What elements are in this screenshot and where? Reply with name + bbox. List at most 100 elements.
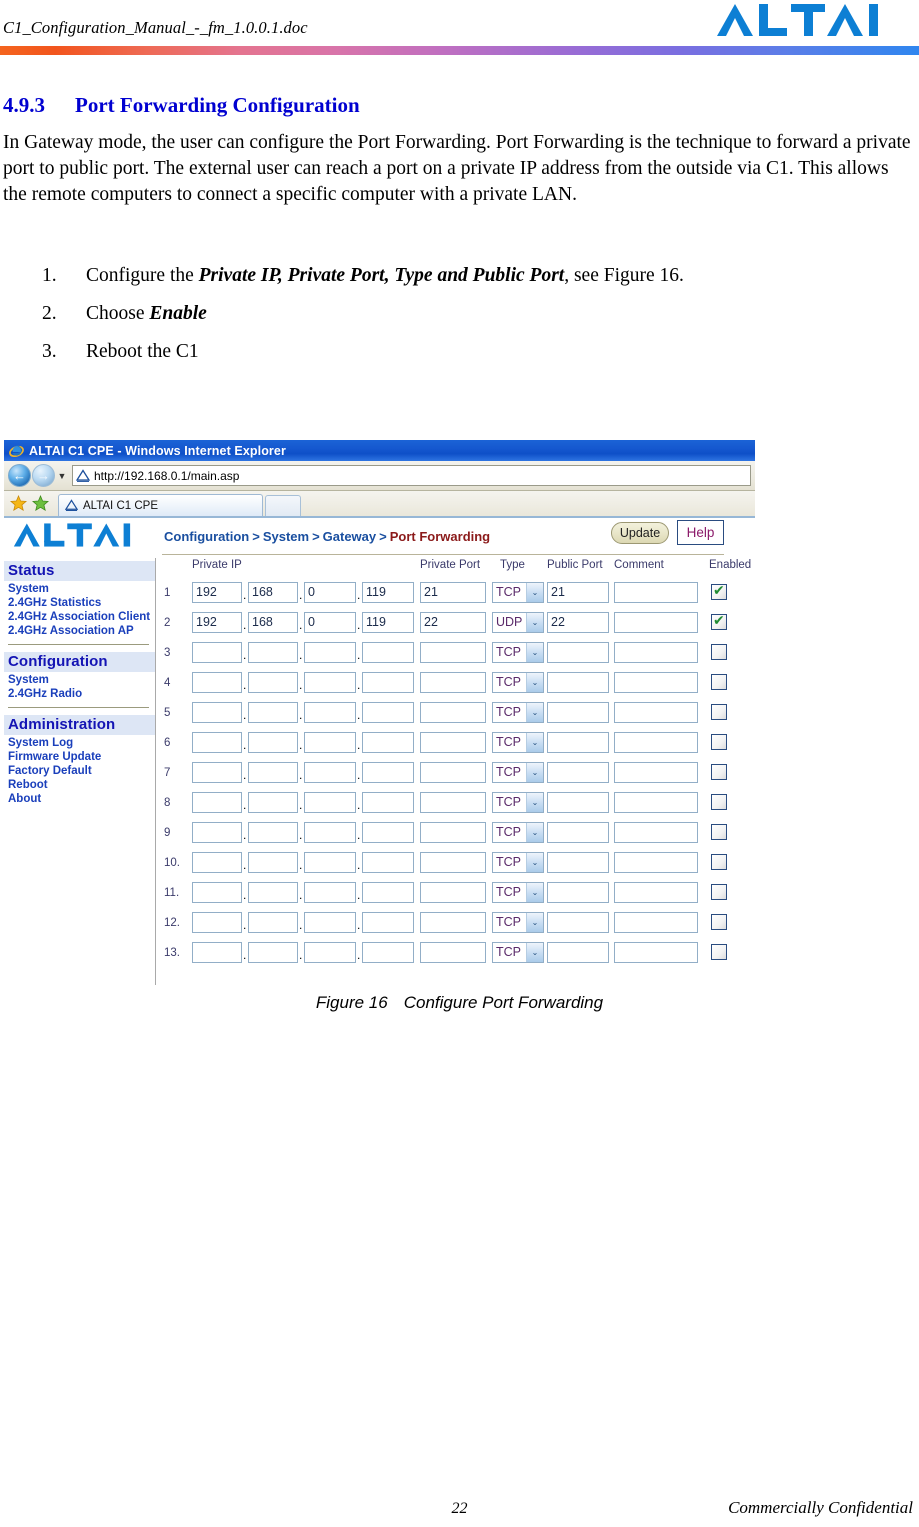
back-button[interactable]: ← <box>8 464 31 487</box>
private-ip-octet2-input[interactable] <box>248 642 298 663</box>
private-ip-octet1-input[interactable] <box>192 672 242 693</box>
recent-pages-dropdown-button[interactable]: ▼ <box>55 471 69 481</box>
private-ip-octet3-input[interactable] <box>304 762 356 783</box>
public-port-input[interactable] <box>547 642 609 663</box>
private-ip-octet4-input[interactable] <box>362 702 414 723</box>
help-button[interactable]: Help <box>677 520 724 545</box>
sidebar-item-system[interactable]: System <box>4 582 155 596</box>
comment-input[interactable] <box>614 852 698 873</box>
type-select[interactable]: TCP ⌄ <box>492 852 544 873</box>
new-tab-button[interactable] <box>265 495 301 516</box>
private-ip-octet3-input[interactable]: 0 <box>304 612 356 633</box>
comment-input[interactable] <box>614 822 698 843</box>
private-ip-octet3-input[interactable] <box>304 882 356 903</box>
private-ip-octet4-input[interactable] <box>362 912 414 933</box>
address-bar[interactable]: http://192.168.0.1/main.asp <box>72 465 751 486</box>
breadcrumb-item-system[interactable]: System <box>263 529 309 544</box>
type-select[interactable]: TCP ⌄ <box>492 702 544 723</box>
update-button[interactable]: Update <box>611 522 669 544</box>
browser-tab[interactable]: ALTAI C1 CPE <box>58 494 263 516</box>
type-select[interactable]: TCP ⌄ <box>492 672 544 693</box>
type-select[interactable]: TCP ⌄ <box>492 942 544 963</box>
type-select[interactable]: TCP ⌄ <box>492 792 544 813</box>
sidebar-item-24ghz-radio[interactable]: 2.4GHz Radio <box>4 687 155 701</box>
sidebar-item-reboot[interactable]: Reboot <box>4 778 155 792</box>
add-to-favorites-icon[interactable] <box>32 495 49 512</box>
breadcrumb-item-gateway[interactable]: Gateway <box>323 529 376 544</box>
public-port-input[interactable]: 21 <box>547 582 609 603</box>
enabled-checkbox[interactable] <box>711 884 727 900</box>
private-ip-octet3-input[interactable] <box>304 642 356 663</box>
private-port-input[interactable] <box>420 822 486 843</box>
private-ip-octet3-input[interactable]: 0 <box>304 582 356 603</box>
private-ip-octet4-input[interactable]: 119 <box>362 612 414 633</box>
private-ip-octet2-input[interactable] <box>248 702 298 723</box>
sidebar-item-about[interactable]: About <box>4 792 155 806</box>
public-port-input[interactable] <box>547 762 609 783</box>
private-ip-octet2-input[interactable] <box>248 672 298 693</box>
forward-button[interactable]: → <box>32 464 55 487</box>
private-ip-octet1-input[interactable] <box>192 792 242 813</box>
breadcrumb-item-configuration[interactable]: Configuration <box>164 529 249 544</box>
private-port-input[interactable] <box>420 882 486 903</box>
enabled-checkbox[interactable] <box>711 794 727 810</box>
private-ip-octet3-input[interactable] <box>304 792 356 813</box>
sidebar-item-24ghz-association-ap[interactable]: 2.4GHz Association AP <box>4 624 155 638</box>
private-ip-octet1-input[interactable] <box>192 732 242 753</box>
private-ip-octet4-input[interactable] <box>362 732 414 753</box>
private-port-input[interactable] <box>420 912 486 933</box>
private-ip-octet4-input[interactable]: 119 <box>362 582 414 603</box>
private-port-input[interactable] <box>420 762 486 783</box>
private-ip-octet4-input[interactable] <box>362 882 414 903</box>
comment-input[interactable] <box>614 942 698 963</box>
public-port-input[interactable] <box>547 792 609 813</box>
private-ip-octet1-input[interactable] <box>192 642 242 663</box>
private-ip-octet3-input[interactable] <box>304 912 356 933</box>
private-port-input[interactable] <box>420 642 486 663</box>
private-port-input[interactable] <box>420 702 486 723</box>
sidebar-item-firmware-update[interactable]: Firmware Update <box>4 750 155 764</box>
sidebar-item-config-system[interactable]: System <box>4 673 155 687</box>
enabled-checkbox[interactable] <box>711 764 727 780</box>
sidebar-item-factory-default[interactable]: Factory Default <box>4 764 155 778</box>
enabled-checkbox[interactable] <box>711 644 727 660</box>
sidebar-item-24ghz-association-client[interactable]: 2.4GHz Association Client <box>4 610 155 624</box>
comment-input[interactable] <box>614 642 698 663</box>
private-ip-octet1-input[interactable] <box>192 882 242 903</box>
type-select[interactable]: TCP ⌄ <box>492 912 544 933</box>
private-ip-octet1-input[interactable] <box>192 942 242 963</box>
type-select[interactable]: TCP ⌄ <box>492 882 544 903</box>
public-port-input[interactable] <box>547 822 609 843</box>
enabled-checkbox[interactable] <box>711 704 727 720</box>
private-ip-octet3-input[interactable] <box>304 732 356 753</box>
private-ip-octet1-input[interactable]: 192 <box>192 582 242 603</box>
private-ip-octet4-input[interactable] <box>362 792 414 813</box>
private-ip-octet2-input[interactable] <box>248 732 298 753</box>
private-ip-octet2-input[interactable] <box>248 912 298 933</box>
comment-input[interactable] <box>614 612 698 633</box>
enabled-checkbox[interactable] <box>711 824 727 840</box>
public-port-input[interactable] <box>547 732 609 753</box>
public-port-input[interactable] <box>547 942 609 963</box>
sidebar-item-system-log[interactable]: System Log <box>4 736 155 750</box>
comment-input[interactable] <box>614 882 698 903</box>
public-port-input[interactable] <box>547 702 609 723</box>
enabled-checkbox[interactable] <box>711 674 727 690</box>
private-ip-octet1-input[interactable] <box>192 822 242 843</box>
type-select[interactable]: TCP ⌄ <box>492 822 544 843</box>
comment-input[interactable] <box>614 792 698 813</box>
private-ip-octet4-input[interactable] <box>362 642 414 663</box>
sidebar-item-24ghz-statistics[interactable]: 2.4GHz Statistics <box>4 596 155 610</box>
comment-input[interactable] <box>614 582 698 603</box>
comment-input[interactable] <box>614 672 698 693</box>
private-ip-octet2-input[interactable] <box>248 792 298 813</box>
private-ip-octet2-input[interactable]: 168 <box>248 612 298 633</box>
private-port-input[interactable] <box>420 672 486 693</box>
private-port-input[interactable] <box>420 792 486 813</box>
private-ip-octet2-input[interactable]: 168 <box>248 582 298 603</box>
enabled-checkbox[interactable] <box>711 582 727 600</box>
private-ip-octet2-input[interactable] <box>248 882 298 903</box>
public-port-input[interactable] <box>547 672 609 693</box>
enabled-checkbox[interactable] <box>711 854 727 870</box>
private-ip-octet4-input[interactable] <box>362 942 414 963</box>
